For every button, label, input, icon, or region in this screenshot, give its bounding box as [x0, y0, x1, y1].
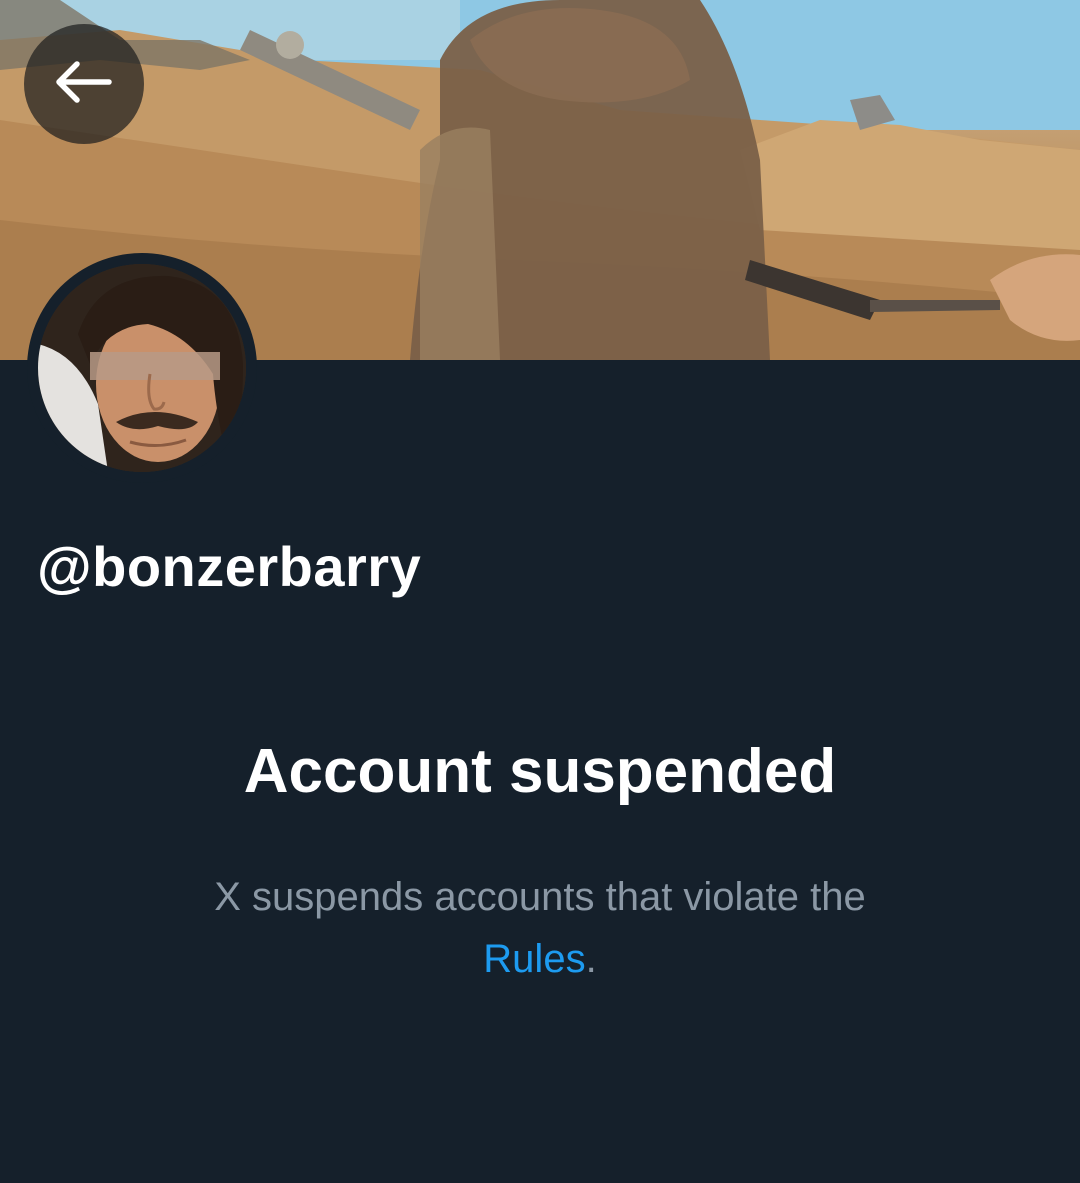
- suspension-message-text: X suspends accounts that violate the: [214, 875, 866, 919]
- suspension-message: X suspends accounts that violate the Rul…: [140, 866, 940, 990]
- suspension-title: Account suspended: [243, 737, 837, 806]
- avatar-image: [38, 264, 246, 472]
- arrow-left-icon: [55, 60, 113, 108]
- profile-handle: @bonzerbarry: [37, 535, 422, 598]
- rules-link[interactable]: Rules: [483, 937, 585, 981]
- back-button[interactable]: [24, 24, 144, 144]
- message-period: .: [585, 937, 597, 981]
- profile-avatar[interactable]: [27, 253, 257, 483]
